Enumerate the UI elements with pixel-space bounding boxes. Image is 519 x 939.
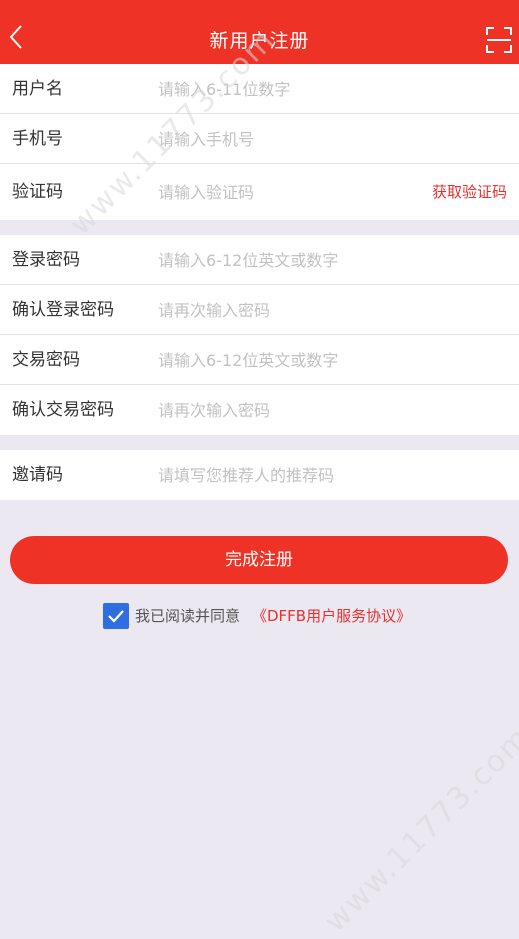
watermark-bottom: www.11773.com (317, 719, 519, 939)
scan-button[interactable] (485, 26, 513, 54)
agreement-text: 我已阅读并同意 (135, 607, 241, 625)
checkmark-icon (108, 610, 124, 623)
page-title: 新用户注册 (209, 30, 310, 52)
trade-password-input[interactable] (158, 343, 418, 377)
agreement-checkbox[interactable] (103, 603, 129, 629)
login-password-input[interactable] (158, 243, 418, 277)
confirm-trade-password-input[interactable] (158, 393, 418, 427)
invite-code-label: 邀请码 (12, 465, 63, 485)
confirm-login-password-input[interactable] (158, 293, 418, 327)
confirm-trade-password-label: 确认交易密码 (12, 400, 114, 420)
username-row: 用户名 (0, 64, 519, 114)
trade-password-label: 交易密码 (12, 350, 80, 370)
account-info-group: 用户名 手机号 验证码 获取验证码 (0, 64, 519, 220)
invite-code-input[interactable] (158, 458, 418, 492)
username-label: 用户名 (12, 79, 63, 99)
invite-group: 邀请码 (0, 450, 519, 500)
scan-icon (486, 27, 512, 53)
trade-password-row: 交易密码 (0, 335, 519, 385)
login-password-row: 登录密码 (0, 235, 519, 285)
confirm-trade-password-row: 确认交易密码 (0, 385, 519, 435)
password-group: 登录密码 确认登录密码 交易密码 确认交易密码 (0, 235, 519, 435)
verification-code-input[interactable] (158, 175, 418, 209)
service-agreement-link[interactable]: 《DFFB用户服务协议》 (252, 603, 411, 629)
app-header: 新用户注册 (0, 0, 519, 64)
confirm-login-password-label: 确认登录密码 (12, 300, 114, 320)
confirm-login-password-row: 确认登录密码 (0, 285, 519, 335)
verification-code-label: 验证码 (12, 182, 63, 202)
register-button[interactable]: 完成注册 (10, 536, 508, 584)
invite-code-row: 邀请码 (0, 450, 519, 500)
phone-input[interactable] (158, 122, 418, 156)
get-code-button[interactable]: 获取验证码 (432, 164, 507, 220)
phone-label: 手机号 (12, 129, 63, 149)
username-input[interactable] (158, 72, 418, 106)
verification-code-row: 验证码 获取验证码 (0, 164, 519, 220)
phone-row: 手机号 (0, 114, 519, 164)
login-password-label: 登录密码 (12, 250, 80, 270)
